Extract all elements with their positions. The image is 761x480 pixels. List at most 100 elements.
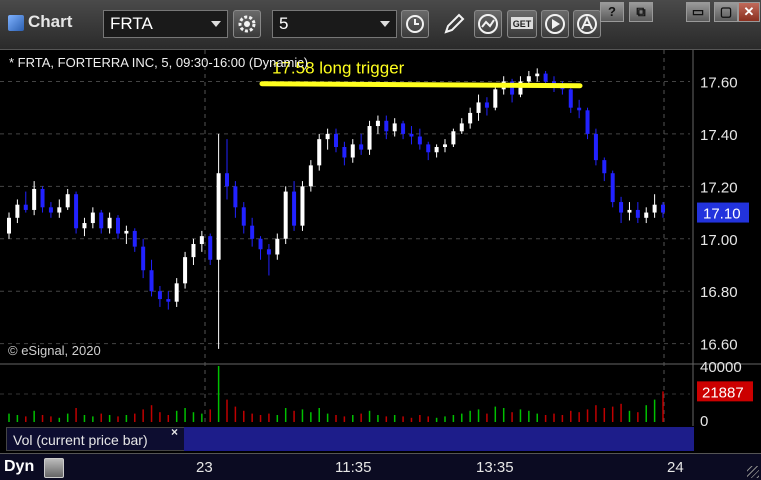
candle-body <box>216 173 221 260</box>
close-button[interactable]: ✕ <box>738 2 760 22</box>
candle-body <box>300 186 305 226</box>
window-title: Chart <box>28 12 73 31</box>
dyn-label[interactable]: Dyn <box>4 458 34 476</box>
chart-header: * FRTA, FORTERRA INC, 5, 09:30-16:00 (Dy… <box>9 55 308 70</box>
time-button[interactable] <box>401 10 429 38</box>
candle-body <box>585 110 590 134</box>
candle-body <box>434 147 439 153</box>
play-button[interactable] <box>541 10 569 38</box>
candle-body <box>266 249 271 255</box>
candle-body <box>74 194 79 229</box>
time-label: 24 <box>667 459 684 476</box>
candle-body <box>451 131 456 145</box>
settings-button[interactable] <box>233 10 261 38</box>
get-button[interactable]: GET <box>507 10 537 38</box>
interval-value: 5 <box>279 14 289 33</box>
price-tick-label: 16.60 <box>700 337 738 354</box>
candle-body <box>116 217 120 234</box>
candle-body <box>627 209 632 213</box>
candle-body <box>459 123 464 132</box>
candle-body <box>241 207 246 226</box>
price-tick-label: 16.80 <box>700 284 738 301</box>
trigger-line <box>259 81 583 89</box>
volume-study-label[interactable]: Vol (current price bar) <box>6 427 186 451</box>
candle-body <box>132 230 137 247</box>
candle-body <box>468 112 473 124</box>
candle-body <box>99 212 104 229</box>
maximize-button[interactable]: ▢ <box>714 2 738 22</box>
candle-body <box>166 299 171 302</box>
alert-icon <box>577 14 597 34</box>
price-tick-label: 17.60 <box>700 74 738 91</box>
watermark: © eSignal, 2020 <box>8 343 101 358</box>
price-chart[interactable]: 17.58 long trigger * FRTA, FORTERRA INC,… <box>0 50 761 480</box>
candle-body <box>443 144 447 148</box>
candle-body <box>426 144 431 153</box>
candle-body <box>141 246 146 271</box>
candle-body <box>652 204 657 213</box>
candle-body <box>23 204 28 210</box>
candle-body <box>183 257 188 284</box>
resize-grip[interactable] <box>747 466 759 478</box>
restore-button[interactable]: ⧉ <box>629 2 653 22</box>
candle-body <box>325 133 330 140</box>
volume-study-text: Vol (current price bar) <box>13 432 148 448</box>
symbol-value: FRTA <box>110 14 153 33</box>
candle-body <box>275 238 280 255</box>
interval-field[interactable]: 5 <box>272 10 397 38</box>
studies-button[interactable] <box>474 10 502 38</box>
candle-body <box>401 123 406 134</box>
price-axis: 17.60 17.40 17.20 17.00 16.80 16.60 17.10 <box>697 74 749 354</box>
grid-lines <box>0 50 761 426</box>
candle-body <box>610 173 615 203</box>
candle-body <box>317 139 322 166</box>
candle-body <box>409 133 414 137</box>
candle-body <box>308 165 313 187</box>
candle-body <box>65 194 70 208</box>
candle-body <box>15 204 20 218</box>
minimize-button[interactable]: ▭ <box>686 2 710 22</box>
price-tick-label: 17.20 <box>700 179 738 196</box>
candle-body <box>535 73 540 77</box>
symbol-dropdown-icon[interactable] <box>211 21 221 27</box>
candle-body <box>342 147 347 158</box>
candle-body <box>619 202 624 213</box>
last-price-label: 17.10 <box>703 206 741 223</box>
pencil-icon <box>444 13 465 34</box>
get-icon: GET <box>511 17 533 29</box>
candle-body <box>250 225 255 239</box>
time-label: 11:35 <box>335 459 372 476</box>
help-button[interactable]: ? <box>600 2 624 22</box>
candle-body <box>149 270 154 292</box>
candle-body <box>7 217 11 234</box>
time-label: 13:35 <box>476 459 514 476</box>
dyn-toggle-icon[interactable] <box>44 458 64 478</box>
time-axis-bar: Dyn 23 11:35 13:35 24 <box>0 453 761 480</box>
candle-body <box>208 236 213 260</box>
candle-body <box>375 120 380 127</box>
candle-body <box>225 173 229 187</box>
candle-body <box>568 89 573 108</box>
candle-body <box>199 236 204 245</box>
candle-body <box>543 73 548 82</box>
chart-area[interactable]: 17.58 long trigger * FRTA, FORTERRA INC,… <box>0 50 761 480</box>
candle-body <box>40 188 45 208</box>
volume-study-close[interactable]: × <box>171 425 178 439</box>
candle-body <box>283 191 288 239</box>
volume-axis: 40000 0 21887 <box>697 359 753 430</box>
clock-icon <box>406 15 424 33</box>
symbol-field[interactable]: FRTA <box>103 10 228 38</box>
candles <box>7 68 665 349</box>
alert-button[interactable] <box>573 10 601 38</box>
candle-body <box>157 291 162 300</box>
candle-body <box>661 204 665 213</box>
volume-study-strip <box>184 427 694 451</box>
candle-body <box>233 186 238 208</box>
candle-body <box>526 76 531 82</box>
candle-body <box>32 188 37 210</box>
interval-dropdown-icon[interactable] <box>380 21 390 27</box>
candle-body <box>57 207 62 213</box>
candle-body <box>82 223 87 229</box>
settings-icon <box>238 15 256 33</box>
draw-button[interactable] <box>440 10 468 38</box>
